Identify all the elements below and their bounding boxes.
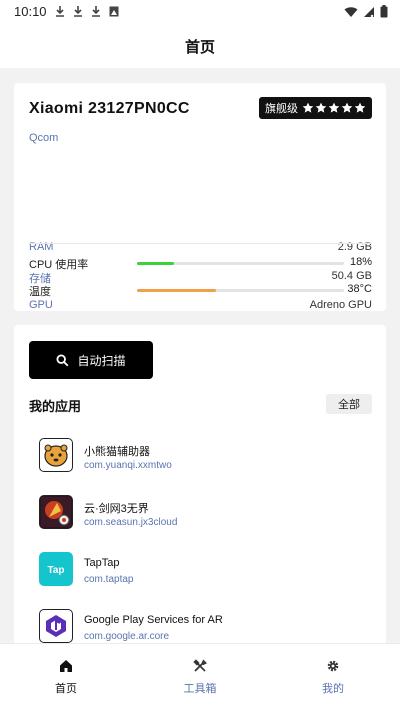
status-time: 10:10 — [14, 4, 47, 19]
nav-label: 我的 — [322, 683, 344, 695]
metric-label: 温度 — [29, 286, 51, 298]
star-icon — [315, 102, 327, 113]
spec-row-gpu: GPU Adreno GPU — [29, 299, 372, 315]
cpu-usage-bar — [137, 262, 344, 265]
nav-item-toolbox[interactable]: 工具箱 — [160, 644, 240, 711]
temperature-bar — [137, 289, 344, 292]
device-info-card: Xiaomi 23127PN0CC 旗舰级 Qcom RAM 2.9 GB 存储… — [14, 83, 386, 311]
taptap-app-icon: Tap — [39, 552, 73, 586]
chip-brand: Qcom — [29, 132, 59, 144]
signal-icon — [364, 6, 374, 17]
star-icon — [354, 102, 366, 113]
tier-label: 旗舰级 — [265, 103, 298, 115]
app-package: com.taptap — [84, 574, 134, 585]
temperature-metric: 温度 38°C — [29, 283, 372, 299]
metric-value: 38°C — [347, 283, 372, 295]
download-icon — [56, 6, 64, 17]
star-icon — [328, 102, 340, 113]
notification-icons — [54, 5, 120, 18]
divider — [29, 243, 372, 244]
status-bar: 10:10 — [0, 0, 400, 24]
app-list-item[interactable]: 云·剑网3无界 com.seasun.jx3cloud — [39, 495, 372, 552]
app-name: Google Play Services for AR — [84, 614, 223, 626]
apps-card: 自动扫描 我的应用 全部 小熊猫辅助器 com.yuanqi.xxmtwo 云·… — [14, 325, 386, 655]
device-tier-badge: 旗舰级 — [259, 97, 372, 119]
metric-label: CPU 使用率 — [29, 259, 89, 271]
star-icon — [341, 102, 353, 113]
rating-stars — [302, 102, 366, 114]
app-list: 小熊猫辅助器 com.yuanqi.xxmtwo 云·剑网3无界 com.sea… — [39, 438, 372, 655]
cpu-usage-fill — [137, 262, 175, 265]
page-title: 首页 — [184, 39, 215, 56]
auto-scan-label: 自动扫描 — [77, 353, 126, 368]
app-list-item[interactable]: Tap TapTap com.taptap — [39, 552, 372, 609]
app-list-item[interactable]: 小熊猫辅助器 com.yuanqi.xxmtwo — [39, 438, 372, 495]
app-name: TapTap — [84, 557, 120, 569]
app-package: com.google.ar.core — [84, 631, 170, 642]
nav-item-home[interactable]: 首页 — [26, 644, 106, 711]
spec-label: GPU — [29, 299, 53, 311]
device-name: Xiaomi 23127PN0CC — [29, 100, 190, 117]
svg-text:Tap: Tap — [47, 565, 64, 576]
jx3-app-icon — [39, 495, 73, 529]
app-package: com.yuanqi.xxmtwo — [84, 460, 172, 471]
search-icon — [56, 353, 69, 366]
app-name: 小熊猫辅助器 — [84, 446, 150, 458]
image-notification-icon — [109, 6, 119, 17]
home-icon — [60, 660, 72, 672]
download-icon — [92, 6, 100, 17]
nav-label: 首页 — [55, 683, 77, 695]
panda-app-icon — [39, 438, 73, 472]
app-name: 云·剑网3无界 — [84, 503, 149, 515]
battery-icon — [380, 5, 388, 18]
auto-scan-button[interactable]: 自动扫描 — [29, 341, 153, 379]
system-status-icons — [344, 5, 388, 18]
section-title: 我的应用 — [29, 399, 82, 414]
metric-value: 18% — [349, 256, 372, 268]
view-all-button[interactable]: 全部 — [326, 394, 372, 414]
gear-icon — [327, 660, 339, 672]
app-bar: 首页 — [0, 24, 400, 68]
app-package: com.seasun.jx3cloud — [84, 517, 178, 528]
wifi-icon — [344, 6, 358, 17]
nav-label: 工具箱 — [183, 683, 217, 695]
nav-item-profile[interactable]: 我的 — [293, 644, 373, 711]
arcore-app-icon — [39, 609, 73, 643]
spec-value: Adreno GPU — [309, 299, 372, 311]
bottom-navigation: 首页 工具箱 我的 — [0, 643, 400, 711]
temperature-fill — [137, 289, 216, 292]
tools-icon — [193, 659, 207, 672]
download-icon — [74, 6, 82, 17]
cpu-usage-metric: CPU 使用率 18% — [29, 256, 372, 272]
star-icon — [302, 102, 314, 113]
